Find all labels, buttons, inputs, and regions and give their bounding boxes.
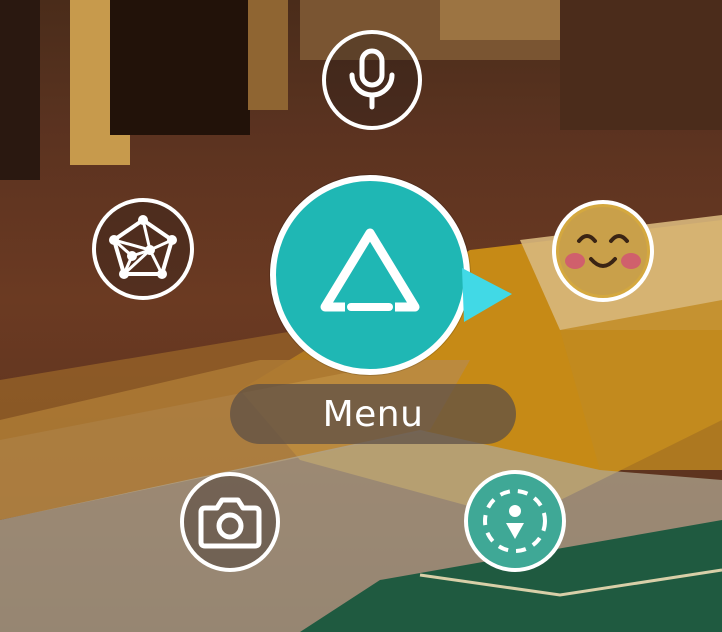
menu-label-text: Menu [322, 393, 424, 435]
network-button[interactable] [92, 198, 194, 300]
compass-marker-icon [475, 481, 555, 561]
voice-button[interactable] [322, 30, 422, 130]
menu-center-button[interactable] [270, 175, 470, 375]
emote-button[interactable] [552, 200, 654, 302]
network-icon [106, 212, 180, 286]
microphone-icon [342, 45, 402, 115]
camera-icon [197, 494, 263, 550]
menu-label: Menu [230, 384, 516, 444]
selection-pointer-icon [462, 268, 512, 322]
smiling-face-icon [557, 205, 649, 297]
teleport-button[interactable] [464, 470, 566, 572]
triangle-logo-icon [315, 225, 425, 325]
camera-button[interactable] [180, 472, 280, 572]
